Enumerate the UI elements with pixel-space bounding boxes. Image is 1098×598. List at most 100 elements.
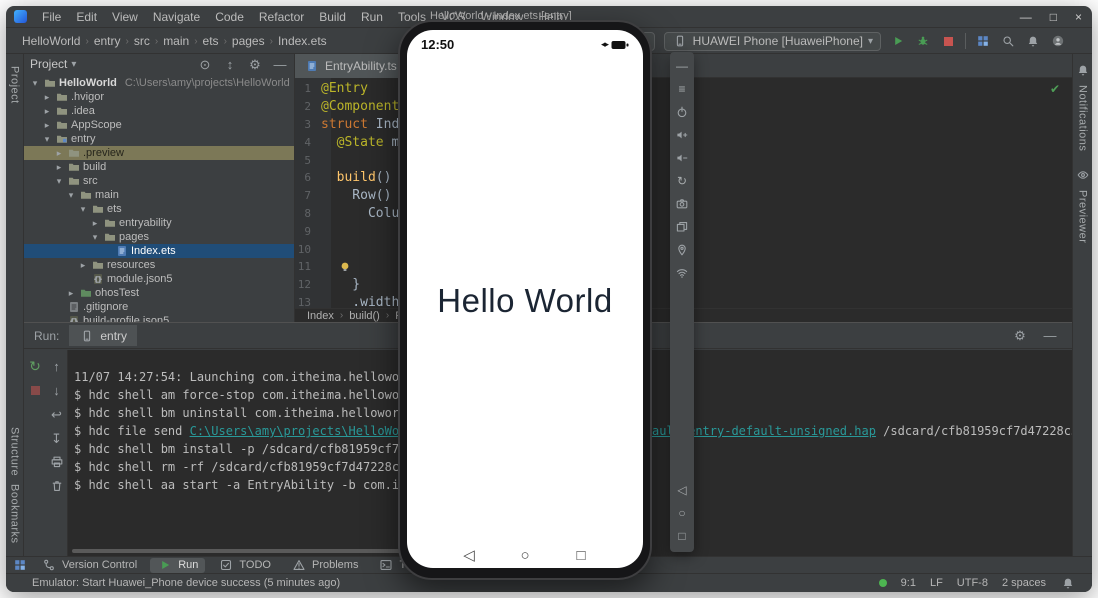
emulator-home-button[interactable]: ○ [674,505,690,521]
project-locate-icon[interactable]: ⊙ [197,56,213,72]
menu-view[interactable]: View [105,8,145,26]
menu-build[interactable]: Build [312,8,353,26]
tree-item-index.ets[interactable]: Index.ets [24,244,294,258]
emulator-volume-up-button[interactable] [674,127,690,143]
editor-breadcrumb-item[interactable]: build() [349,310,380,322]
emulator-collapse-button[interactable]: — [674,58,690,74]
tree-item-build[interactable]: ▸ build [24,160,294,174]
menu-refactor[interactable]: Refactor [252,8,311,26]
menu-edit[interactable]: Edit [69,8,104,26]
tool-stripe-notifications[interactable]: Notifications [1075,62,1091,155]
chevron-down-icon[interactable]: ▾ [42,134,52,145]
run-tab-entry[interactable]: entry [69,325,138,346]
window-minimize-button[interactable]: — [1020,10,1032,24]
chevron-right-icon[interactable]: ▸ [66,288,76,299]
tool-stripe-structure[interactable]: Structure [9,423,21,480]
console-print-icon[interactable] [49,454,65,470]
tool-stripe-previewer[interactable]: Previewer [1075,167,1091,247]
status-indent[interactable]: 2 spaces [1002,577,1046,589]
breadcrumb-item[interactable]: HelloWorld [22,34,80,48]
emulator-back-button[interactable]: ◁ [674,482,690,498]
chevron-down-icon[interactable]: ▾ [66,190,76,201]
run-button[interactable] [890,33,906,49]
intention-bulb-icon[interactable] [339,261,351,273]
emulator-volume-down-button[interactable] [674,150,690,166]
tree-item-appscope[interactable]: ▸ AppScope [24,118,294,132]
chevron-down-icon[interactable]: ▾ [30,78,40,89]
debug-button[interactable] [915,33,931,49]
console-scroll-to-end-icon[interactable]: ↧ [49,430,65,446]
status-line-separator[interactable]: LF [930,577,943,589]
notifications-button[interactable] [1025,33,1041,49]
tool-window-tab-run[interactable]: Run [150,557,206,573]
tree-item-ohostest[interactable]: ▸ ohosTest [24,286,294,300]
chevron-right-icon[interactable]: ▸ [90,218,100,229]
window-close-button[interactable]: × [1075,10,1082,24]
stop-button[interactable] [940,33,956,49]
tree-item-helloworld[interactable]: ▾ HelloWorld C:\Users\amy\projects\HelloWo… [24,76,294,90]
breadcrumb-item[interactable]: main [163,34,189,48]
tool-window-tab-problems[interactable]: Problems [284,558,365,573]
breadcrumb-item[interactable]: src [134,34,150,48]
emulator-location-button[interactable] [674,242,690,258]
hide-panel-icon[interactable]: — [1042,328,1058,344]
tree-item-main[interactable]: ▾ main [24,188,294,202]
editor-breadcrumb-item[interactable]: Index [307,310,334,322]
device-manager-button[interactable] [975,33,991,49]
chevron-right-icon[interactable]: ▸ [42,120,52,131]
search-button[interactable] [1000,33,1016,49]
run-settings-icon[interactable]: ⚙ [1012,328,1028,344]
menu-code[interactable]: Code [208,8,251,26]
device-select[interactable]: HUAWEI Phone [HuaweiPhone] ▾ [663,31,881,51]
tree-item-resources[interactable]: ▸ resources [24,258,294,272]
breadcrumb-item[interactable]: ets [203,34,219,48]
chevron-right-icon[interactable]: ▸ [78,260,88,271]
emulator-menu-button[interactable]: ≡ [674,81,690,97]
emulator-power-button[interactable] [674,104,690,120]
tree-item-entryability[interactable]: ▸ entryability [24,216,294,230]
phone-screen[interactable]: 12:50 ◂▸ Hello World ◁ ○ □ [407,30,643,568]
project-expand-collapse-icon[interactable]: ↕ [222,56,238,72]
tree-item-.hvigor[interactable]: ▸ .hvigor [24,90,294,104]
emulator-wifi-button[interactable] [674,265,690,281]
tool-window-tab-version-control[interactable]: Version Control [34,558,144,573]
avatar[interactable] [1050,33,1066,49]
console-horizontal-scrollbar[interactable] [72,549,402,553]
status-encoding[interactable]: UTF-8 [957,577,988,589]
console-stop-icon[interactable] [27,382,43,398]
console-clear-all-icon[interactable] [49,478,65,494]
chevron-right-icon[interactable]: ▸ [42,106,52,117]
phone-recents-button[interactable]: □ [573,547,589,563]
chevron-right-icon[interactable]: ▸ [54,162,64,173]
tree-item-entry[interactable]: ▾ entry [24,132,294,146]
status-bell-icon[interactable] [1060,575,1076,591]
console-soft-wrap-icon[interactable]: ↩ [49,406,65,422]
tool-window-tab-todo[interactable]: TODO [211,558,278,573]
menu-file[interactable]: File [35,8,68,26]
chevron-down-icon[interactable]: ▾ [54,176,64,187]
console-previous-occurrence-icon[interactable]: ↑ [49,358,65,374]
console-rerun-icon[interactable]: ↻ [27,358,43,374]
console-next-occurrence-icon[interactable]: ↓ [49,382,65,398]
chevron-right-icon[interactable]: ▸ [54,148,64,159]
tree-item-src[interactable]: ▾ src [24,174,294,188]
window-maximize-button[interactable]: □ [1050,10,1057,24]
project-settings-icon[interactable]: ⚙ [247,56,263,72]
tool-stripe-project[interactable]: Project [9,62,21,108]
chevron-down-icon[interactable]: ▾ [71,59,76,70]
phone-home-button[interactable]: ○ [517,547,533,563]
breadcrumb-item[interactable]: entry [94,34,121,48]
chevron-down-icon[interactable]: ▾ [90,232,100,243]
emulator-rotate-button[interactable]: ↻ [674,173,690,189]
phone-back-button[interactable]: ◁ [461,547,477,563]
tool-stripe-bookmarks[interactable]: Bookmarks [9,480,21,548]
breadcrumb-item[interactable]: Index.ets [278,34,327,48]
emulator-screenshot-button[interactable] [674,196,690,212]
chevron-down-icon[interactable]: ▾ [78,204,88,215]
breadcrumb-item[interactable]: pages [232,34,265,48]
menu-navigate[interactable]: Navigate [146,8,207,26]
tree-item-.preview[interactable]: ▸ .preview [24,146,294,160]
tree-item-.gitignore[interactable]: .gitignore [24,300,294,314]
tree-item-ets[interactable]: ▾ ets [24,202,294,216]
project-panel-title[interactable]: Project [30,57,67,71]
